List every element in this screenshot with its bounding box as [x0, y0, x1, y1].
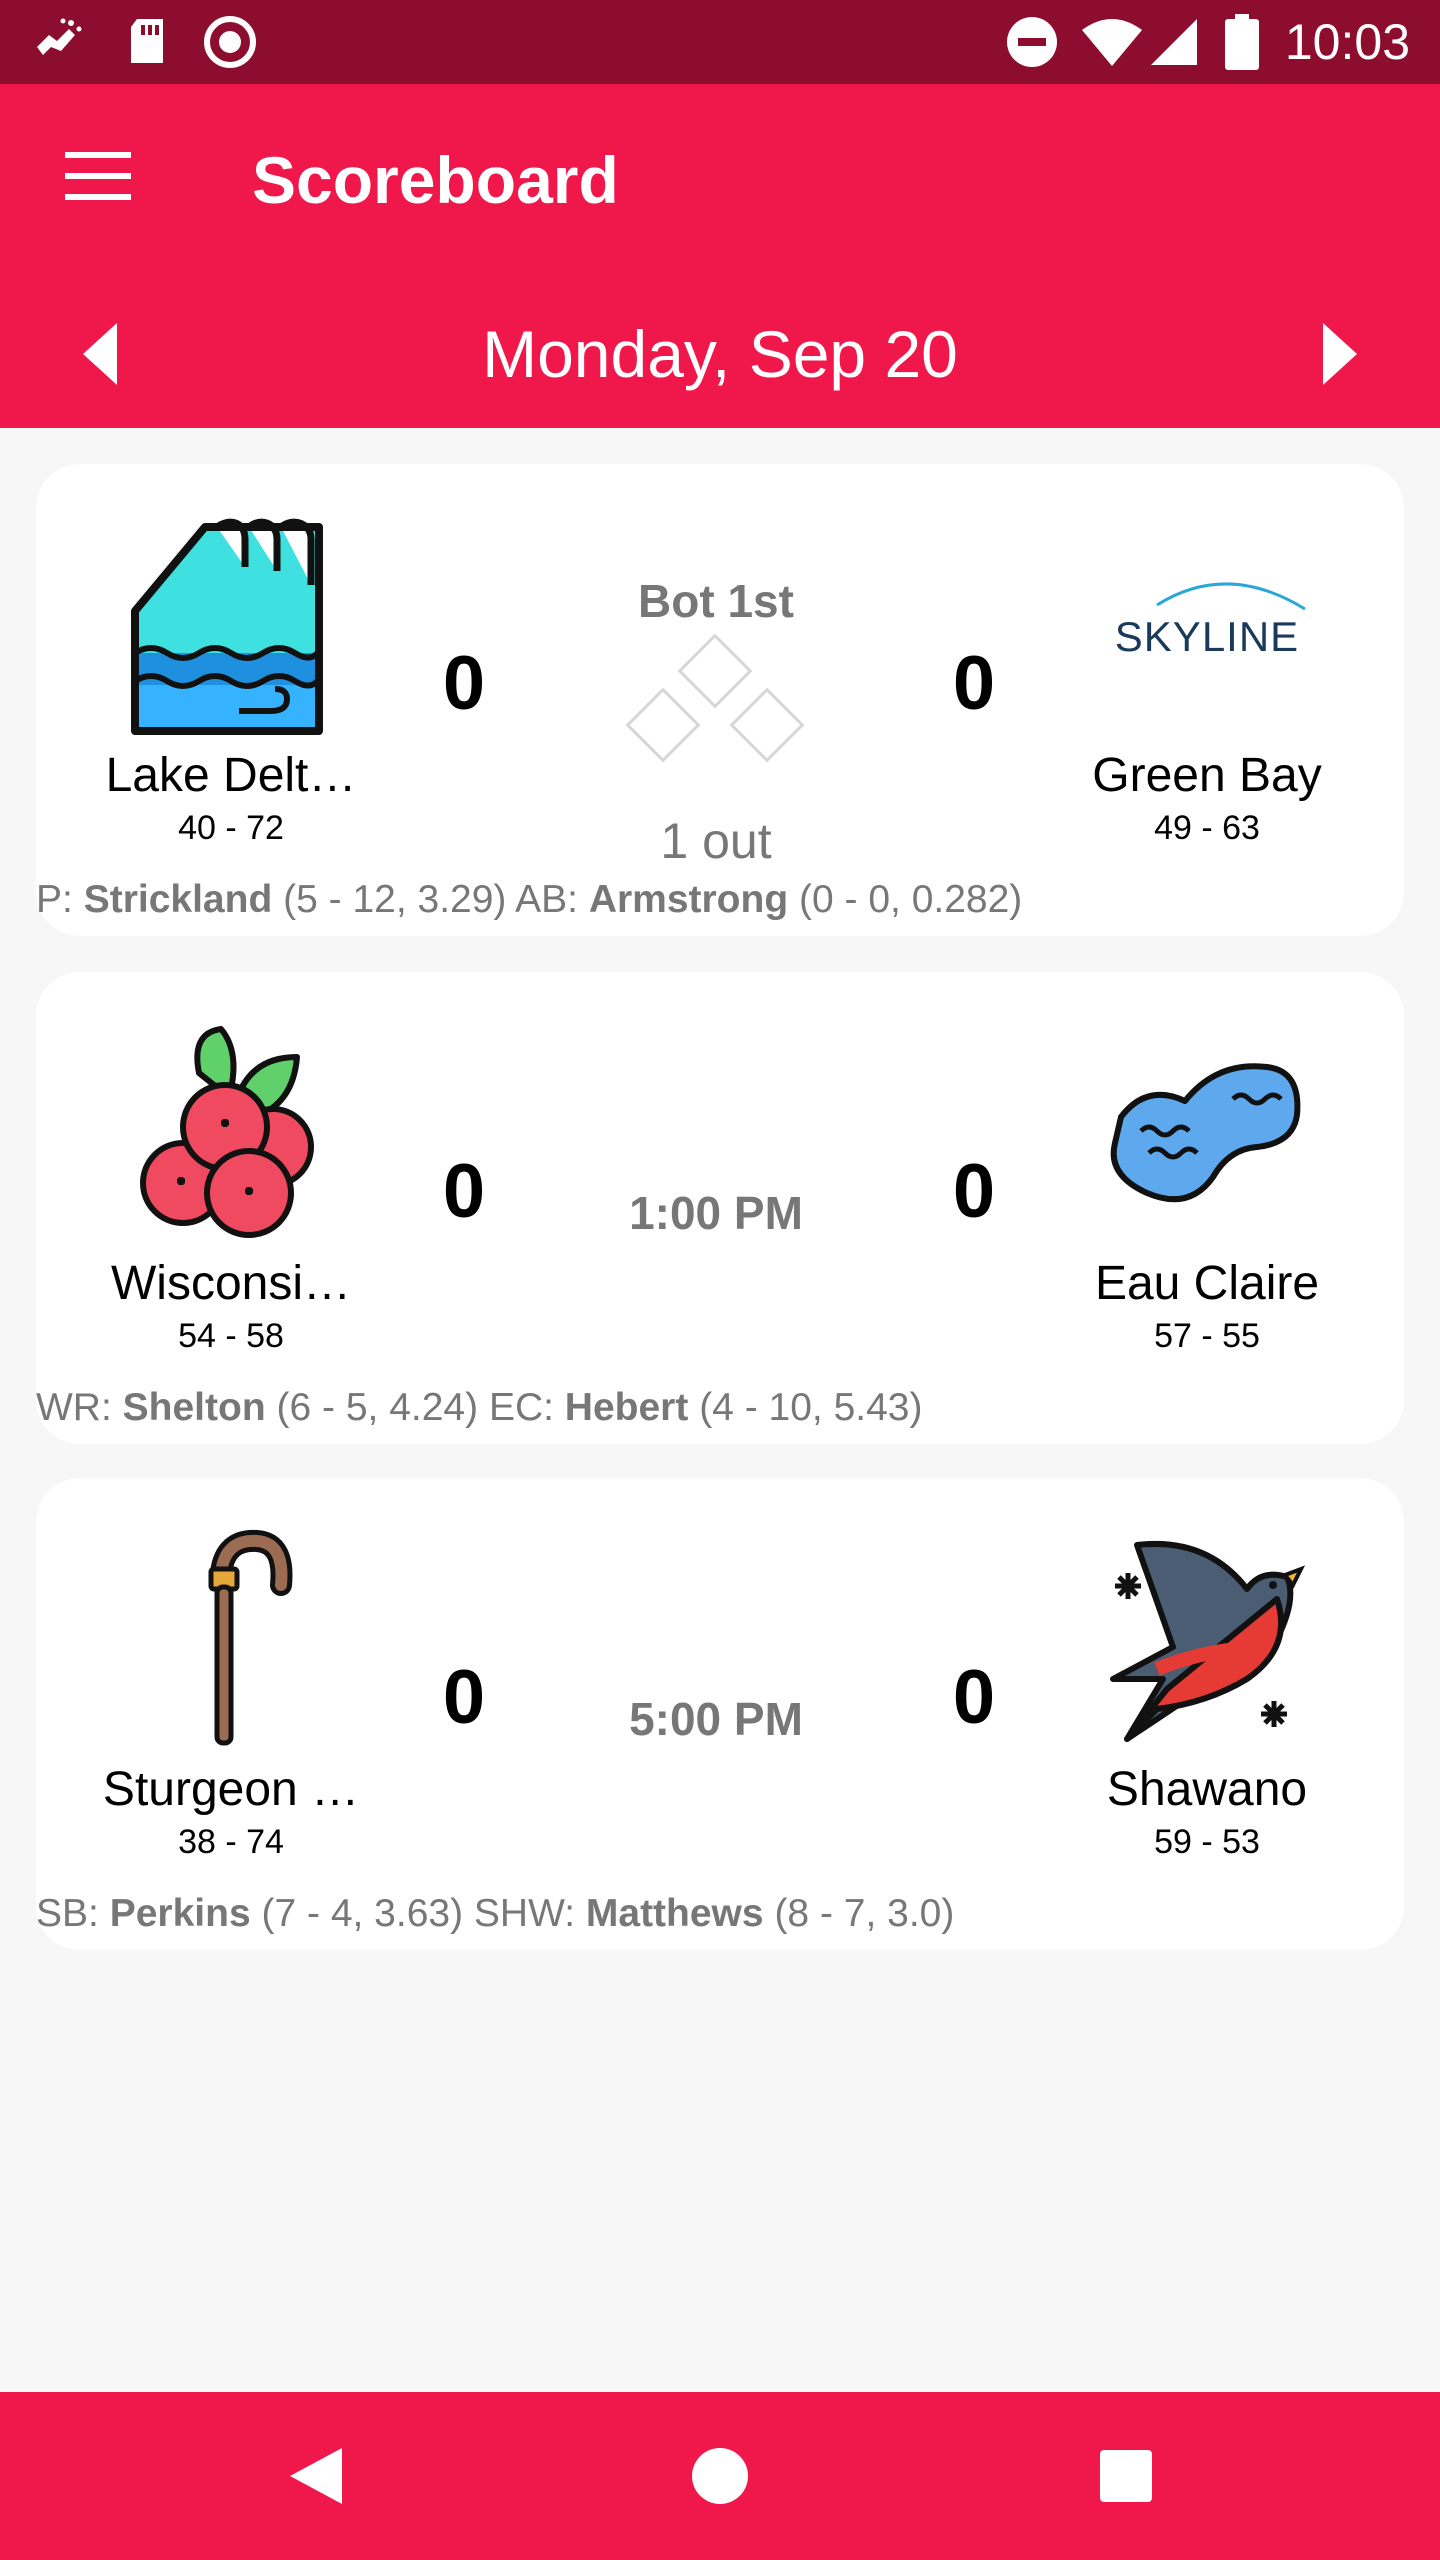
player-name: Perkins [109, 1892, 251, 1935]
lake-icon [1092, 1018, 1322, 1248]
away-team-name: Lake Delt… [105, 749, 357, 802]
next-day-button[interactable] [1290, 304, 1390, 404]
bases-diamond [616, 633, 816, 804]
menu-icon [65, 152, 131, 200]
home-score: 0 [952, 641, 996, 726]
home-team: Eau Claire 57 - 55 [1072, 1018, 1342, 1356]
svg-text:SKYLINE: SKYLINE [1115, 613, 1299, 660]
arrow-left-icon [83, 323, 117, 385]
game-time: 1:00 PM [629, 1187, 803, 1239]
away-team-record: 38 - 74 [178, 1823, 284, 1861]
game-status-area: 1:00 PM [556, 1186, 876, 1240]
hand-wash-icon [28, 0, 88, 84]
signal-icon [1148, 0, 1200, 84]
wave-icon [116, 510, 346, 740]
home-team-record: 57 - 55 [1154, 1317, 1260, 1355]
skyline-logo: SKYLINE [1092, 510, 1322, 740]
home-button[interactable] [670, 2426, 770, 2526]
recents-icon [1100, 2450, 1152, 2502]
player-name: Hebert [564, 1386, 689, 1429]
record-icon [202, 0, 258, 84]
player-name: Strickland [83, 878, 273, 921]
home-team-record: 59 - 53 [1154, 1823, 1260, 1861]
recents-button[interactable] [1076, 2426, 1176, 2526]
arrow-right-icon [1323, 323, 1357, 385]
date-navigator: Monday, Sep 20 [0, 294, 1440, 414]
sd-card-icon [122, 0, 172, 84]
back-icon [290, 2448, 342, 2504]
home-team: SKYLINE Green Bay 49 - 63 [1072, 510, 1342, 848]
swallow-icon [1092, 1524, 1322, 1754]
away-team-name: Wisconsi… [110, 1257, 352, 1310]
home-team-name: Shawano [1106, 1763, 1308, 1816]
back-button[interactable] [266, 2426, 366, 2526]
game-status: Bot 1st [638, 575, 794, 627]
player-name: Matthews [585, 1892, 764, 1935]
date-label[interactable]: Monday, Sep 20 [300, 294, 1140, 414]
home-team-name: Green Bay [1092, 749, 1322, 802]
game-time: 5:00 PM [629, 1693, 803, 1745]
away-team-record: 40 - 72 [178, 809, 284, 847]
status-bar: 10:03 [0, 0, 1440, 84]
cane-icon [116, 1524, 346, 1754]
home-team-record: 49 - 63 [1154, 809, 1260, 847]
system-nav-bar [0, 2392, 1440, 2560]
away-score: 0 [442, 641, 486, 726]
pitcher-matchup: SB: Perkins (7 - 4, 3.63) SHW: Matthews … [36, 1892, 955, 1935]
away-score: 0 [442, 1149, 486, 1234]
home-team: Shawano 59 - 53 [1072, 1524, 1342, 1862]
clock: 10:03 [1284, 14, 1410, 70]
home-icon [692, 2448, 748, 2504]
game-card[interactable]: Wisconsi… 54 - 58 0 1:00 PM 0 Eau Claire… [36, 972, 1404, 1444]
player-matchup: P: Strickland (5 - 12, 3.29) AB: Armstro… [36, 878, 1023, 921]
wifi-icon [1080, 0, 1144, 84]
away-team: Sturgeon … 38 - 74 [96, 1524, 366, 1862]
app-bar: Scoreboard Monday, Sep 20 [0, 84, 1440, 428]
do-not-disturb-icon [1004, 0, 1060, 84]
cranberry-icon [116, 1018, 346, 1248]
page-title: Scoreboard [252, 143, 619, 217]
menu-button[interactable] [40, 128, 156, 224]
pitcher-matchup: WR: Shelton (6 - 5, 4.24) EC: Hebert (4 … [36, 1386, 923, 1429]
game-card[interactable]: Sturgeon … 38 - 74 0 5:00 PM 0 Shawano 5… [36, 1478, 1404, 1950]
player-name: Armstrong [588, 878, 789, 921]
away-team-record: 54 - 58 [178, 1317, 284, 1355]
battery-icon [1222, 0, 1262, 84]
away-team: Wisconsi… 54 - 58 [96, 1018, 366, 1356]
game-status-area: Bot 1st 1 out [556, 574, 876, 870]
away-team-name: Sturgeon … [102, 1763, 360, 1816]
away-score: 0 [442, 1655, 486, 1740]
home-team-name: Eau Claire [1094, 1257, 1320, 1310]
game-card[interactable]: Lake Delt… 40 - 72 0 Bot 1st 1 out 0 SKY… [36, 464, 1404, 936]
player-name: Shelton [122, 1386, 266, 1429]
away-team: Lake Delt… 40 - 72 [96, 510, 366, 848]
home-score: 0 [952, 1149, 996, 1234]
outs-count: 1 out [660, 813, 772, 869]
game-status-area: 5:00 PM [556, 1692, 876, 1746]
home-score: 0 [952, 1655, 996, 1740]
previous-day-button[interactable] [50, 304, 150, 404]
